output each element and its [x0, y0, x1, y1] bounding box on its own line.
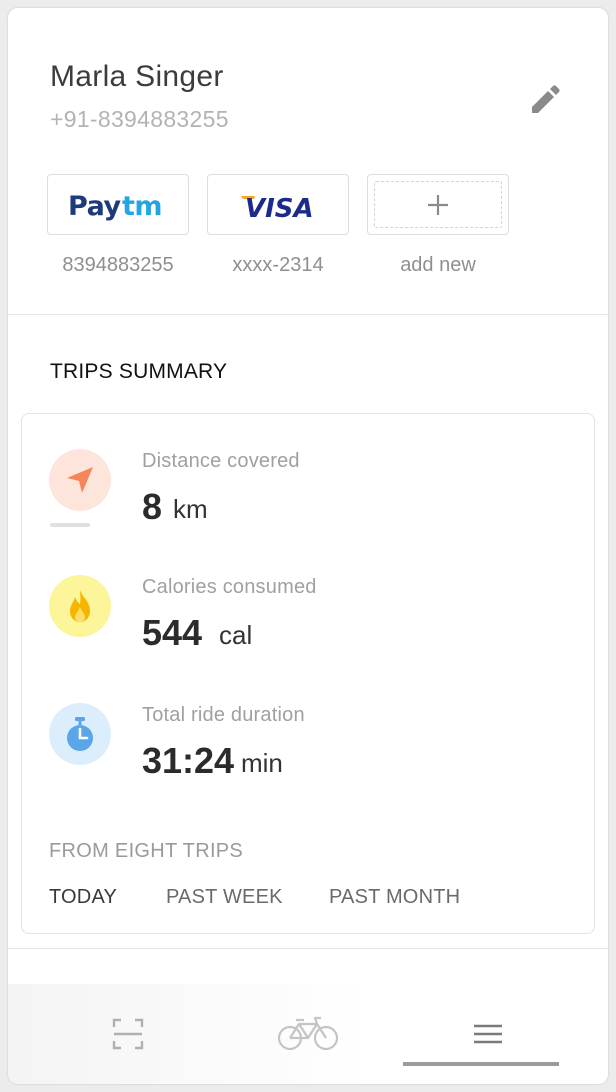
trips-summary-card: Distance covered 8 km Calories consumed … [21, 413, 595, 934]
flame-icon [70, 590, 90, 622]
svg-text:VISA: VISA [245, 194, 314, 222]
visa-logo-icon: VISA [241, 194, 314, 222]
profile-card: Marla Singer +91-8394883255 Pay tm 83948… [8, 8, 608, 1084]
duration-unit: min [241, 748, 283, 778]
profile-phone: +91-8394883255 [50, 106, 229, 132]
add-payment-button[interactable] [367, 174, 509, 235]
distance-icon-badge [49, 449, 111, 511]
add-new-label: add new [400, 254, 476, 276]
bicycle-icon [277, 1016, 339, 1051]
paytm-card[interactable]: Pay tm [47, 174, 189, 235]
edit-pencil-icon[interactable] [524, 80, 564, 120]
distance-label: Distance covered [142, 450, 300, 472]
calories-label: Calories consumed [142, 576, 317, 598]
svg-text:Pay: Pay [68, 191, 121, 222]
nav-ride[interactable] [208, 984, 408, 1084]
tab-today[interactable]: TODAY [49, 886, 117, 909]
calories-icon-badge [49, 575, 111, 637]
distance-value: 8 [142, 486, 163, 527]
nav-active-indicator [403, 1062, 559, 1066]
duration-value: 31:24 [142, 740, 235, 781]
distance-unit: km [173, 494, 208, 524]
profile-name: Marla Singer [50, 60, 224, 93]
plus-icon [428, 194, 448, 215]
visa-number: xxxx-2314 [232, 254, 324, 276]
menu-icon [474, 1024, 502, 1044]
calories-value: 544 [142, 612, 203, 653]
scan-icon [112, 1018, 144, 1050]
tab-past-month[interactable]: PAST MONTH [329, 886, 460, 909]
bottom-nav [8, 984, 608, 1084]
paytm-number: 8394883255 [62, 254, 174, 276]
divider [8, 948, 608, 949]
calories-unit: cal [219, 620, 253, 650]
duration-label: Total ride duration [142, 704, 305, 726]
nav-menu[interactable] [388, 984, 588, 1084]
navigation-arrow-icon [67, 467, 93, 493]
tab-past-week[interactable]: PAST WEEK [166, 886, 283, 909]
trips-summary-title: TRIPS SUMMARY [50, 360, 228, 383]
period-tab-indicator [50, 523, 90, 527]
duration-icon-badge [49, 703, 111, 765]
divider [8, 314, 608, 315]
visa-card[interactable]: VISA [207, 174, 349, 235]
paytm-logo-icon: Pay tm [68, 191, 163, 222]
stopwatch-icon [67, 717, 93, 751]
svg-text:tm: tm [122, 191, 162, 222]
trips-count-caption: FROM EIGHT TRIPS [49, 840, 244, 862]
nav-scan[interactable] [28, 984, 228, 1084]
